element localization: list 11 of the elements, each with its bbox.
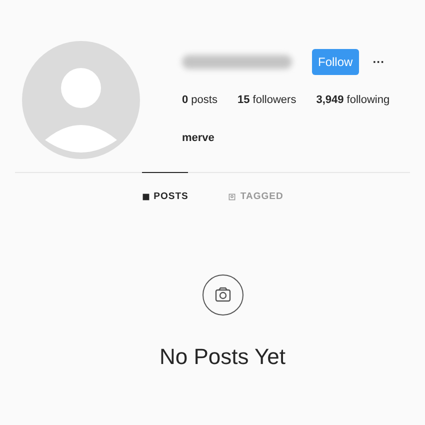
profile-stat[interactable]: 0 posts <box>182 94 218 106</box>
profile-tab[interactable]: POSTS <box>142 172 188 202</box>
tag-portrait-icon <box>228 192 236 200</box>
more-options-button[interactable]: ··· <box>372 55 385 69</box>
grid-icon <box>142 192 150 200</box>
empty-message: No Posts Yet <box>160 344 286 370</box>
profile-name: merve <box>182 132 216 144</box>
camera-icon <box>202 274 244 316</box>
profile-stat[interactable]: 3,949 following <box>316 94 390 106</box>
avatar-silhouette-icon <box>21 40 141 160</box>
profile-stat[interactable]: 15 followers <box>237 94 296 106</box>
